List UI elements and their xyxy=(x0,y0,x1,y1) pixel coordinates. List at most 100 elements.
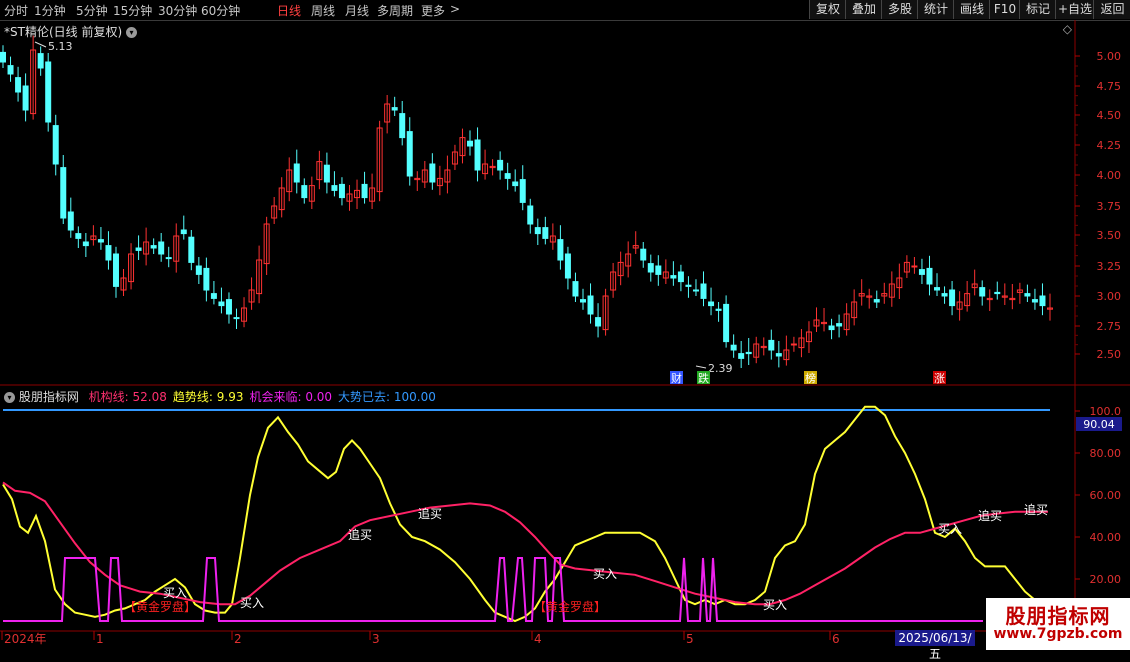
candle-body xyxy=(323,164,330,183)
candle-body xyxy=(60,167,67,219)
candle-body xyxy=(467,140,474,147)
candle-body xyxy=(564,253,571,279)
price-tick-label: 3.00 xyxy=(1097,290,1122,303)
price-tick-label: 4.00 xyxy=(1097,169,1122,182)
candle-body xyxy=(188,236,195,263)
signal-label-0: 【黄金罗盘】 xyxy=(124,599,196,614)
event-tag: 榜 xyxy=(805,371,816,385)
stock-chart[interactable]: 5.00 4.75 4.50 4.25 4.00 3.75 3.50 3.25 3.00 2.75… xyxy=(0,0,1130,650)
candle-body xyxy=(534,227,541,235)
candle-body xyxy=(768,339,775,351)
candle-body xyxy=(512,181,519,187)
candle-body xyxy=(700,283,707,299)
price-tick-label: 3.25 xyxy=(1097,260,1122,273)
candle-body xyxy=(572,281,579,297)
candle-body xyxy=(670,275,677,279)
candle-body xyxy=(836,323,843,327)
price-tick-label: 3.75 xyxy=(1097,200,1122,213)
signal-label-5: 【黄金罗盘】 xyxy=(534,599,606,614)
candle-body xyxy=(75,233,82,239)
signal-label-10: 追买 xyxy=(1024,502,1048,517)
price-tick-label: 3.50 xyxy=(1097,229,1122,242)
candle-body xyxy=(1024,293,1031,297)
cursor-date-badge: 2025/06/13/五 xyxy=(895,630,975,661)
low-price-pointer xyxy=(695,365,707,369)
candle-body xyxy=(391,107,398,111)
candle-body xyxy=(203,267,210,291)
indicator-tick-label: 40.00 xyxy=(1090,531,1122,544)
candle-body xyxy=(0,51,6,63)
candle-body xyxy=(723,303,730,343)
candle-body xyxy=(45,61,52,123)
candle-body xyxy=(715,308,722,311)
candle-body xyxy=(1031,299,1038,303)
candle-body xyxy=(708,301,715,307)
date-tick-label: 2024年 xyxy=(4,632,47,646)
candle-body xyxy=(934,287,941,291)
signal-label-1: 买入 xyxy=(163,586,187,600)
candle-body xyxy=(873,299,880,303)
candle-body xyxy=(579,299,586,303)
candle-body xyxy=(542,227,549,239)
indicator-tick-label: 60.00 xyxy=(1090,489,1122,502)
date-tick-label: 6 xyxy=(832,632,840,646)
candle-body xyxy=(738,353,745,359)
event-tag: 涨 xyxy=(934,372,945,385)
candle-body xyxy=(527,205,534,225)
candle-body xyxy=(135,247,142,251)
candle-body xyxy=(745,351,752,355)
candle-body xyxy=(1039,295,1046,307)
candle-body xyxy=(180,229,187,235)
date-tick-label: 3 xyxy=(372,632,380,646)
candle-body xyxy=(97,239,104,243)
candle-body xyxy=(52,125,59,165)
candle-body xyxy=(790,343,797,346)
candle-body xyxy=(105,245,112,261)
candle-body xyxy=(474,139,481,171)
candle-body xyxy=(918,269,925,275)
candle-body xyxy=(692,289,699,292)
date-tick-label: 1 xyxy=(96,632,104,646)
candle-body xyxy=(828,325,835,331)
candle-body xyxy=(158,241,165,255)
signal-label-2: 买入 xyxy=(240,596,264,610)
high-price-label: 5.13 xyxy=(48,40,73,53)
date-tick-label: 5 xyxy=(686,632,694,646)
candle-body xyxy=(82,241,89,247)
candle-body xyxy=(429,163,436,183)
price-tick-label: 2.75 xyxy=(1097,320,1122,333)
indicator-tick-label: 80.00 xyxy=(1090,447,1122,460)
signal-label-6: 买入 xyxy=(593,567,617,581)
candle-body xyxy=(941,293,948,297)
candle-body xyxy=(7,65,14,75)
event-tag: 财 xyxy=(671,371,682,385)
candle-body xyxy=(195,265,202,275)
date-tick-label: 2 xyxy=(234,632,242,646)
candle-body xyxy=(225,299,232,315)
current-value-label: 90.04 xyxy=(1083,418,1115,431)
candle-body xyxy=(338,183,345,199)
candle-body xyxy=(150,245,157,249)
watermark: 股朋指标网 www.7gpzb.com xyxy=(986,598,1130,650)
date-tick-label: 4 xyxy=(534,632,542,646)
candle-body xyxy=(67,211,74,231)
candle-body xyxy=(949,289,956,307)
signal-label-3: 追买 xyxy=(348,527,372,542)
candle-body xyxy=(926,267,933,285)
candle-body xyxy=(218,301,225,307)
diamond-icon: ◇ xyxy=(1063,22,1073,36)
trend-line xyxy=(2,405,1048,623)
signal-label-8: 买入 xyxy=(938,522,962,536)
watermark-url: www.7gpzb.com xyxy=(993,626,1123,642)
candle-body xyxy=(557,239,564,261)
candle-body xyxy=(647,263,654,273)
candle-body xyxy=(399,113,406,139)
candle-body xyxy=(293,163,300,183)
candle-body xyxy=(504,173,511,179)
candle-body xyxy=(677,271,684,283)
institution-line xyxy=(2,481,1048,606)
indicator-tick-label: 20.00 xyxy=(1090,573,1122,586)
candle-body xyxy=(361,183,368,199)
price-tick-label: 2.50 xyxy=(1097,348,1122,361)
price-tick-label: 4.50 xyxy=(1097,109,1122,122)
